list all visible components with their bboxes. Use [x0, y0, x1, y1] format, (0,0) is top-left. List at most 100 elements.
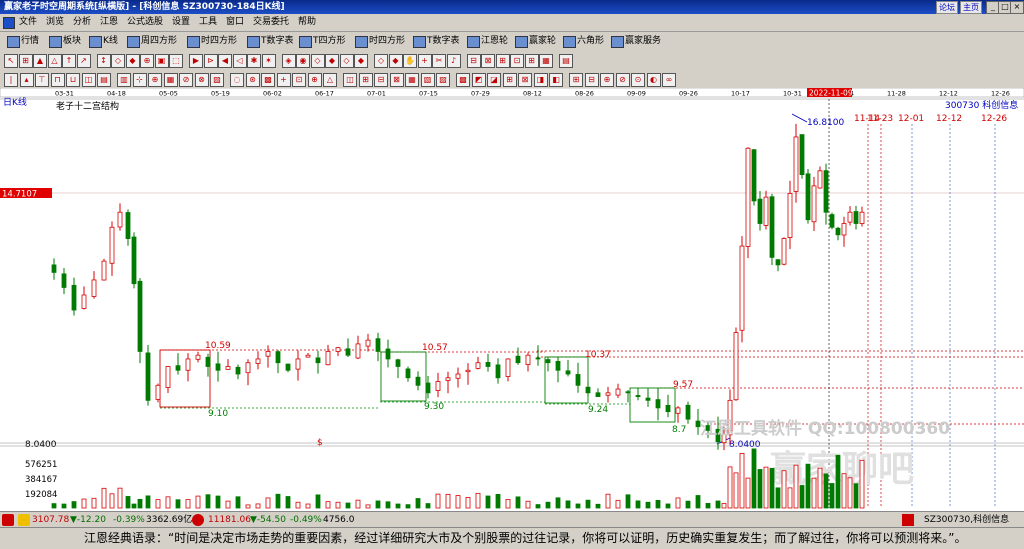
tool-winner-wheel-button[interactable]: 赢家轮 [514, 34, 556, 48]
draw-tool-icon[interactable]: ◇ [339, 54, 354, 68]
tool-sector-button[interactable]: 板块 [48, 34, 81, 48]
draw-tool-icon[interactable]: ⊡ [510, 54, 524, 68]
analysis-tool-icon[interactable]: ⊞ [358, 73, 373, 87]
kline-chart-canvas[interactable]: 03-31 04-18 05-05 05-19 06-02 06-17 07-01 07-15… [0, 87, 1024, 511]
analysis-tool-icon[interactable]: ⊛ [245, 73, 260, 87]
kline-chart[interactable]: 03-31 04-18 05-05 05-19 06-02 06-17 07-01 07-15… [0, 87, 1024, 511]
draw-tool-icon[interactable]: ✂ [432, 54, 446, 68]
analysis-tool-icon[interactable]: ⊟ [584, 73, 599, 87]
analysis-tool-icon[interactable]: ▦ [163, 73, 178, 87]
tool-winner-service-button[interactable]: 赢家服务 [610, 34, 661, 48]
close-button[interactable]: × [1010, 1, 1024, 14]
tool-number-table2-button[interactable]: T数字表 [412, 34, 460, 48]
draw-tool-icon[interactable]: ⊠ [481, 54, 495, 68]
tool-week-square-button[interactable]: 周四方形 [126, 34, 177, 48]
analysis-tool-icon[interactable]: ▴ [19, 73, 34, 87]
draw-tool-icon[interactable]: + [417, 54, 432, 68]
analysis-tool-icon[interactable]: ◫ [343, 73, 357, 87]
analysis-tool-icon[interactable]: ⊤ [35, 73, 49, 87]
analysis-tool-icon[interactable]: ⊞ [502, 73, 517, 87]
analysis-tool-icon[interactable]: ⊕ [307, 73, 322, 87]
analysis-tool-icon[interactable]: ◩ [471, 73, 486, 87]
tool-hour-square-button[interactable]: 时四方形 [186, 34, 237, 48]
draw-tool-icon[interactable]: ◆ [325, 54, 339, 68]
draw-tool-icon[interactable]: ⬚ [169, 54, 183, 68]
draw-tool-icon[interactable]: ◁ [232, 54, 247, 68]
analysis-tool-icon[interactable]: ◧ [549, 73, 563, 87]
draw-tool-icon[interactable]: ↖ [4, 54, 18, 68]
analysis-tool-icon[interactable]: ⊟ [374, 73, 388, 87]
analysis-tool-icon[interactable]: ▩ [456, 73, 470, 87]
draw-tool-icon[interactable]: ✱ [247, 54, 261, 68]
draw-tool-icon[interactable]: ↕ [96, 54, 111, 68]
forum-link[interactable]: 论坛 [936, 1, 958, 14]
analysis-tool-icon[interactable]: ▥ [117, 73, 131, 87]
draw-tool-icon[interactable]: ⊞ [524, 54, 539, 68]
analysis-tool-icon[interactable]: △ [323, 73, 337, 87]
analysis-tool-icon[interactable]: ⊘ [615, 73, 630, 87]
analysis-tool-icon[interactable]: ∞ [662, 73, 676, 87]
analysis-tool-icon[interactable]: ⊕ [600, 73, 614, 87]
analysis-tool-icon[interactable]: ⊡ [292, 73, 306, 87]
draw-tool-icon[interactable]: ◉ [296, 54, 310, 68]
draw-tool-icon[interactable]: ⊞ [18, 54, 33, 68]
analysis-tool-icon[interactable]: ⊙ [631, 73, 645, 87]
menu-settings[interactable]: 设置 [172, 16, 190, 29]
draw-tool-icon[interactable]: ◀ [218, 54, 232, 68]
analysis-tool-icon[interactable]: ◨ [533, 73, 548, 87]
draw-tool-icon[interactable]: ✶ [261, 54, 276, 68]
analysis-tool-icon[interactable]: ▤ [97, 73, 111, 87]
tool-gann-wheel-button[interactable]: 江恩轮 [466, 34, 508, 48]
draw-tool-icon[interactable]: ⊳ [203, 54, 218, 68]
menu-window[interactable]: 窗口 [226, 16, 244, 29]
menu-trade[interactable]: 交易委托 [253, 16, 289, 29]
draw-tool-icon[interactable]: ▶ [189, 54, 203, 68]
analysis-tool-icon[interactable]: ▩ [261, 73, 275, 87]
draw-tool-icon[interactable]: ↗ [76, 54, 91, 68]
analysis-tool-icon[interactable]: ⊓ [50, 73, 65, 87]
analysis-tool-icon[interactable]: ◌ [230, 73, 244, 87]
analysis-tool-icon[interactable]: ◐ [646, 73, 661, 87]
draw-tool-icon[interactable]: ↑ [62, 54, 76, 68]
draw-tool-icon[interactable]: ▣ [154, 54, 169, 68]
analysis-tool-icon[interactable]: + [276, 73, 291, 87]
draw-tool-icon[interactable]: ◆ [388, 54, 403, 68]
analysis-tool-icon[interactable]: ▦ [405, 73, 419, 87]
menu-file[interactable]: 文件 [19, 16, 37, 29]
draw-tool-icon[interactable]: ▦ [539, 54, 553, 68]
menu-help[interactable]: 帮助 [298, 16, 316, 29]
draw-tool-icon[interactable]: ◆ [354, 54, 368, 68]
analysis-tool-icon[interactable]: ◪ [487, 73, 501, 87]
draw-tool-icon[interactable]: ⊕ [140, 54, 154, 68]
analysis-tool-icon[interactable]: ▧ [420, 73, 435, 87]
homepage-link[interactable]: 主页 [960, 1, 982, 14]
draw-tool-icon[interactable]: ✋ [403, 54, 417, 68]
draw-tool-icon[interactable]: ▤ [559, 54, 573, 68]
menu-formula[interactable]: 公式选股 [127, 16, 163, 29]
draw-tool-icon[interactable]: ▲ [33, 54, 47, 68]
analysis-tool-icon[interactable]: ▨ [210, 73, 224, 87]
tool-hexagon-button[interactable]: 六角形 [562, 34, 604, 48]
analysis-tool-icon[interactable]: ⊔ [66, 73, 80, 87]
draw-tool-icon[interactable]: ◈ [281, 54, 296, 68]
tool-number-table-button[interactable]: T数字表 [246, 34, 294, 48]
menu-tools[interactable]: 工具 [199, 16, 217, 29]
analysis-tool-icon[interactable]: ⊠ [389, 73, 404, 87]
analysis-tool-icon[interactable]: ⊗ [194, 73, 209, 87]
menu-browse[interactable]: 浏览 [46, 16, 64, 29]
analysis-tool-icon[interactable]: ⊠ [518, 73, 532, 87]
draw-tool-icon[interactable]: ⊞ [495, 54, 510, 68]
analysis-tool-icon[interactable]: ⊞ [569, 73, 583, 87]
menu-gann[interactable]: 江恩 [100, 16, 118, 29]
analysis-tool-icon[interactable]: ▨ [436, 73, 450, 87]
tool-kline-button[interactable]: K线 [88, 34, 118, 48]
draw-tool-icon[interactable]: ◇ [310, 54, 325, 68]
draw-tool-icon[interactable]: △ [47, 54, 62, 68]
draw-tool-icon[interactable]: ◇ [111, 54, 125, 68]
analysis-tool-icon[interactable]: ◫ [81, 73, 96, 87]
draw-tool-icon[interactable]: ◇ [374, 54, 388, 68]
analysis-tool-icon[interactable]: ⊹ [132, 73, 147, 87]
alert-icon[interactable] [902, 514, 914, 526]
draw-tool-icon[interactable]: ♪ [446, 54, 461, 68]
analysis-tool-icon[interactable]: | [4, 73, 18, 87]
